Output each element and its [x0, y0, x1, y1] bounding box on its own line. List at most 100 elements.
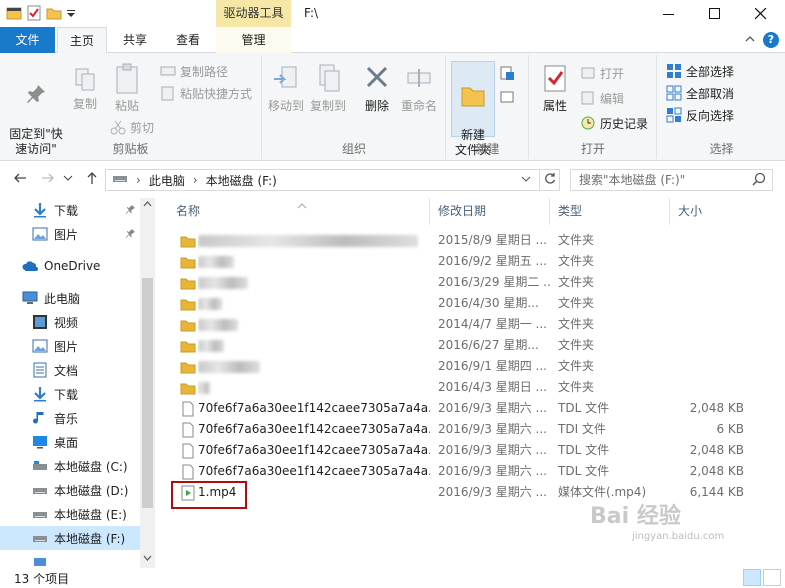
- up-button[interactable]: [82, 171, 102, 189]
- search-input[interactable]: 搜索"本地磁盘 (F:)": [570, 169, 773, 191]
- back-button[interactable]: [10, 171, 30, 189]
- redacted-name: [198, 255, 234, 268]
- nav-network-partial[interactable]: [0, 556, 140, 568]
- file-row[interactable]: 2016/4/3 星期日 ... 文件夹: [160, 377, 760, 398]
- nav-videos[interactable]: 视频: [0, 310, 140, 334]
- file-row[interactable]: 2016/9/2 星期五 ... 文件夹: [160, 251, 760, 272]
- file-date: 2016/4/3 星期日 ...: [438, 380, 547, 394]
- edit-button[interactable]: 编辑: [580, 88, 624, 108]
- nav-music[interactable]: 音乐: [0, 406, 140, 430]
- nav-scrollbar[interactable]: [140, 198, 155, 568]
- delete-button[interactable]: 删除: [359, 63, 395, 114]
- refresh-button[interactable]: [539, 170, 559, 190]
- file-row[interactable]: 70fe6f7a6a30ee1f142caee7305a7a4a.... 2016…: [160, 461, 760, 482]
- nav-drive-d[interactable]: 本地磁盘 (D:): [0, 478, 140, 502]
- file-name: [198, 293, 430, 314]
- copy-path-icon: [160, 66, 176, 76]
- file-row[interactable]: 70fe6f7a6a30ee1f142caee7305a7a4a.... 2016…: [160, 440, 760, 461]
- forward-button[interactable]: [38, 171, 58, 189]
- nav-drive-e[interactable]: 本地磁盘 (E:): [0, 502, 140, 526]
- nav-desktop[interactable]: 桌面: [0, 430, 140, 454]
- select-all-button[interactable]: 全部选择: [666, 61, 734, 81]
- properties-button[interactable]: 属性: [534, 63, 576, 114]
- ribbon-collapse-icon[interactable]: [745, 34, 755, 47]
- file-row[interactable]: 2016/3/29 星期二 ... 文件夹: [160, 272, 760, 293]
- scroll-up-icon[interactable]: [140, 200, 155, 209]
- redacted-name: [198, 318, 238, 331]
- easy-access-button[interactable]: [499, 87, 515, 107]
- nav-quick-pictures[interactable]: 图片: [0, 222, 140, 246]
- address-bar[interactable]: › 此电脑 › 本地磁盘 (F:): [105, 169, 560, 191]
- move-to-button[interactable]: 移动到: [265, 63, 307, 114]
- pin-icon[interactable]: [126, 204, 136, 217]
- invert-selection-button[interactable]: 反向选择: [666, 105, 734, 125]
- breadcrumb-this-pc[interactable]: 此电脑: [149, 172, 185, 189]
- details-view-icon[interactable]: [743, 569, 761, 586]
- column-header-date[interactable]: 修改日期: [430, 198, 550, 225]
- organize-group: 移动到 复制到 删除 重命名 组织: [263, 55, 446, 159]
- scroll-down-icon[interactable]: [140, 554, 155, 563]
- nav-drive-f[interactable]: 本地磁盘 (F:): [0, 526, 140, 550]
- nav-download[interactable]: 下载: [0, 382, 140, 406]
- file-row[interactable]: 2014/4/7 星期一 ... 文件夹: [160, 314, 760, 335]
- column-header-type[interactable]: 类型: [550, 198, 670, 225]
- file-row[interactable]: 70fe6f7a6a30ee1f142caee7305a7a4a.... 2016…: [160, 398, 760, 419]
- file-row[interactable]: 2015/8/9 星期日 ... 文件夹: [160, 230, 760, 251]
- maximize-button[interactable]: [692, 0, 738, 27]
- pictures-icon: [32, 227, 48, 241]
- large-icons-view-icon[interactable]: [763, 569, 781, 586]
- open-button[interactable]: 打开: [580, 63, 624, 83]
- up-arrow-icon: [87, 172, 97, 184]
- minimize-button[interactable]: [646, 0, 692, 27]
- nav-pictures[interactable]: 图片: [0, 334, 140, 358]
- nav-onedrive[interactable]: OneDrive: [0, 254, 140, 278]
- rename-button[interactable]: 重命名: [397, 63, 441, 114]
- minimize-icon: [663, 13, 674, 15]
- nav-documents[interactable]: 文档: [0, 358, 140, 382]
- folder-icon: [180, 320, 196, 332]
- copy-path-button[interactable]: 复制路径: [160, 61, 228, 81]
- tab-share[interactable]: 共享: [110, 27, 160, 53]
- file-size: [670, 314, 744, 335]
- new-folder-qat-icon[interactable]: [46, 5, 62, 21]
- paste-shortcut-button[interactable]: 粘贴快捷方式: [160, 83, 252, 103]
- recent-locations-button[interactable]: [62, 171, 74, 189]
- breadcrumb-drive-f[interactable]: 本地磁盘 (F:): [206, 172, 277, 189]
- tab-home[interactable]: 主页: [57, 27, 107, 54]
- cut-button[interactable]: 剪切: [110, 117, 154, 137]
- new-folder-button[interactable]: 新建 文件夹: [451, 61, 495, 157]
- copy-to-button[interactable]: 复制到: [307, 63, 349, 114]
- pin-icon[interactable]: [126, 228, 136, 241]
- organize-group-label: 组织: [341, 142, 366, 156]
- address-dropdown-icon[interactable]: [521, 173, 531, 187]
- paste-button[interactable]: 粘贴: [108, 63, 146, 114]
- select-none-button[interactable]: 全部取消: [666, 83, 734, 103]
- nav-quick-download[interactable]: 下载: [0, 198, 140, 222]
- column-header-size[interactable]: 大小: [670, 198, 750, 225]
- status-bar: 13 个项目: [0, 568, 785, 588]
- file-row[interactable]: 2016/4/30 星期... 文件夹: [160, 293, 760, 314]
- file-type: 文件夹: [558, 233, 595, 247]
- file-row[interactable]: 2016/6/27 星期... 文件夹: [160, 335, 760, 356]
- new-item-button[interactable]: [499, 63, 515, 83]
- tab-manage[interactable]: 管理: [216, 27, 291, 53]
- refresh-icon: [544, 173, 555, 184]
- history-button[interactable]: 历史记录: [580, 113, 648, 133]
- help-icon[interactable]: ?: [763, 32, 779, 48]
- file-row[interactable]: 70fe6f7a6a30ee1f142caee7305a7a4a.... 2016…: [160, 419, 760, 440]
- qat-dropdown-icon[interactable]: [66, 5, 76, 21]
- tab-file[interactable]: 文件: [0, 27, 55, 53]
- nav-scroll-thumb[interactable]: [142, 278, 153, 508]
- nav-drive-c[interactable]: 本地磁盘 (C:): [0, 454, 140, 478]
- column-header-name[interactable]: 名称: [168, 198, 430, 225]
- select-group-label: 选择: [709, 142, 734, 156]
- file-date: 2014/4/7 星期一 ...: [438, 317, 547, 331]
- help-area: ?: [745, 32, 779, 48]
- close-button[interactable]: [738, 0, 784, 27]
- file-row[interactable]: 2016/9/1 星期四 ... 文件夹: [160, 356, 760, 377]
- properties-qat-icon[interactable]: [26, 5, 42, 21]
- tab-view[interactable]: 查看: [162, 27, 214, 53]
- copy-button[interactable]: 复制: [68, 67, 102, 112]
- window-title: F:\: [304, 6, 319, 20]
- nav-this-pc[interactable]: 此电脑: [0, 286, 140, 310]
